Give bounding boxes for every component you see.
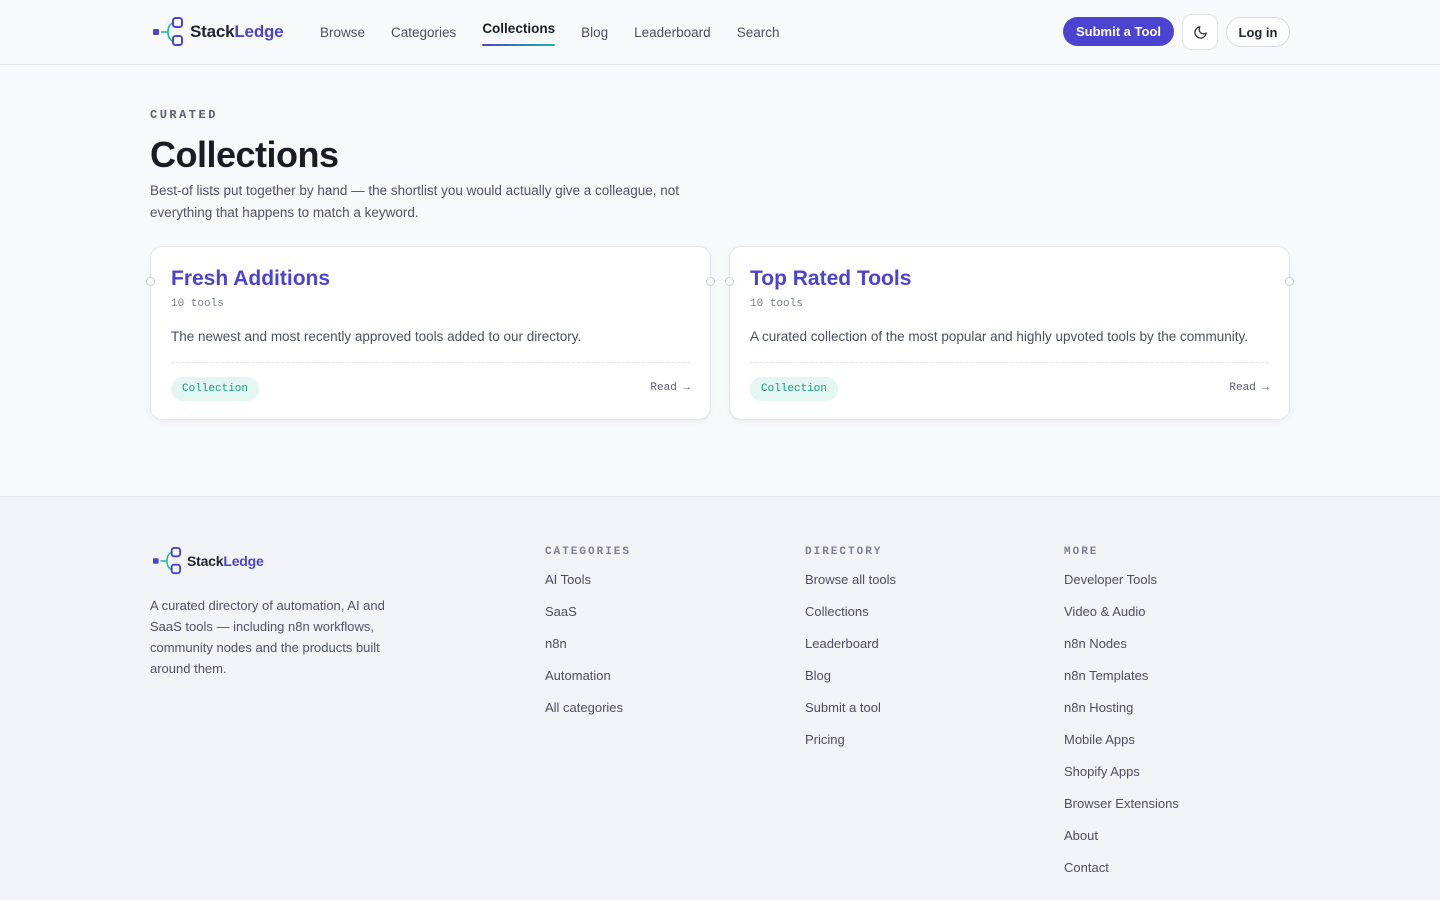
footer-link[interactable]: Submit a tool — [805, 700, 896, 732]
footer-link[interactable]: Shopify Apps — [1064, 764, 1179, 796]
footer-link[interactable]: Browse all tools — [805, 572, 896, 604]
collection-card-top-rated-tools[interactable]: Top Rated Tools 10 tools A curated colle… — [725, 246, 1294, 420]
collection-count: 10 tools — [171, 298, 224, 310]
collection-title[interactable]: Top Rated Tools — [750, 267, 911, 291]
footer-link[interactable]: Video & Audio — [1064, 604, 1179, 636]
moon-icon — [1193, 25, 1207, 39]
main-nav: Browse Categories Collections Blog Leade… — [320, 0, 779, 64]
collection-title[interactable]: Fresh Additions — [171, 267, 330, 291]
footer-link[interactable]: Browser Extensions — [1064, 796, 1179, 828]
read-link[interactable]: Read → — [650, 382, 690, 394]
page-description: Best-of lists put together by hand — the… — [150, 183, 680, 220]
footer-link[interactable]: AI Tools — [545, 572, 631, 604]
site-header: StackLedge Browse Categories Collections… — [0, 0, 1440, 65]
footer-link[interactable]: Developer Tools — [1064, 572, 1179, 604]
logo-icon — [153, 17, 183, 46]
logo-text-ledge: Ledge — [234, 22, 284, 41]
footer-column-heading: DIRECTORY — [805, 546, 883, 558]
footer-link[interactable]: Mobile Apps — [1064, 732, 1179, 764]
footer-link[interactable]: n8n Hosting — [1064, 700, 1179, 732]
card-connector-dot — [1285, 277, 1294, 286]
footer-column-more: MORE Developer Tools Video & Audio n8n N… — [1064, 546, 1179, 892]
logo-text: StackLedge — [190, 22, 284, 42]
footer-column-heading: MORE — [1064, 546, 1099, 558]
footer-logo-text-stack: Stack — [187, 553, 224, 569]
submit-tool-button[interactable]: Submit a Tool — [1063, 17, 1174, 46]
nav-collections[interactable]: Collections — [482, 0, 555, 60]
site-footer: StackLedge A curated directory of automa… — [0, 496, 1440, 900]
footer-column-directory: DIRECTORY Browse all tools Collections L… — [805, 546, 896, 764]
footer-logo-text-ledge: Ledge — [223, 553, 264, 569]
card-connector-dot — [725, 277, 734, 286]
collection-badge: Collection — [171, 377, 260, 401]
footer-link[interactable]: About — [1064, 828, 1179, 860]
page-eyebrow: CURATED — [150, 108, 218, 122]
footer-link[interactable]: n8n — [545, 636, 631, 668]
card-connector-dot — [706, 277, 715, 286]
nav-search[interactable]: Search — [737, 0, 780, 64]
card-divider — [171, 362, 690, 363]
footer-about: A curated directory of automation, AI an… — [150, 598, 385, 676]
collection-description: The newest and most recently approved to… — [171, 329, 582, 344]
footer-link[interactable]: Contact — [1064, 860, 1179, 892]
footer-column-heading: CATEGORIES — [545, 546, 632, 558]
footer-link[interactable]: n8n Nodes — [1064, 636, 1179, 668]
read-link[interactable]: Read → — [1229, 382, 1269, 394]
collection-badge: Collection — [750, 377, 839, 401]
card-connector-dot — [146, 277, 155, 286]
footer-link[interactable]: SaaS — [545, 604, 631, 636]
footer-link[interactable]: Leaderboard — [805, 636, 896, 668]
collection-count: 10 tools — [750, 298, 803, 310]
footer-link[interactable]: Pricing — [805, 732, 896, 764]
logo[interactable]: StackLedge — [152, 16, 284, 48]
footer-link[interactable]: Blog — [805, 668, 896, 700]
nav-categories[interactable]: Categories — [391, 0, 456, 64]
nav-blog[interactable]: Blog — [581, 0, 608, 64]
logo-icon — [153, 547, 181, 575]
login-button[interactable]: Log in — [1226, 17, 1290, 47]
footer-link[interactable]: Automation — [545, 668, 631, 700]
footer-link[interactable]: All categories — [545, 700, 631, 732]
footer-link[interactable]: Collections — [805, 604, 896, 636]
nav-leaderboard[interactable]: Leaderboard — [634, 0, 711, 64]
theme-toggle-button[interactable] — [1182, 14, 1218, 50]
footer-logo-text: StackLedge — [187, 553, 264, 569]
nav-browse[interactable]: Browse — [320, 0, 365, 64]
footer-link[interactable]: n8n Templates — [1064, 668, 1179, 700]
footer-column-categories: CATEGORIES AI Tools SaaS n8n Automation … — [545, 546, 631, 732]
card-divider — [750, 362, 1269, 363]
collection-description: A curated collection of the most popular… — [750, 329, 1249, 344]
collection-card-fresh-additions[interactable]: Fresh Additions 10 tools The newest and … — [146, 246, 715, 420]
footer-logo[interactable]: StackLedge — [152, 547, 264, 575]
logo-text-stack: Stack — [190, 22, 235, 41]
page-title: Collections — [150, 134, 339, 175]
